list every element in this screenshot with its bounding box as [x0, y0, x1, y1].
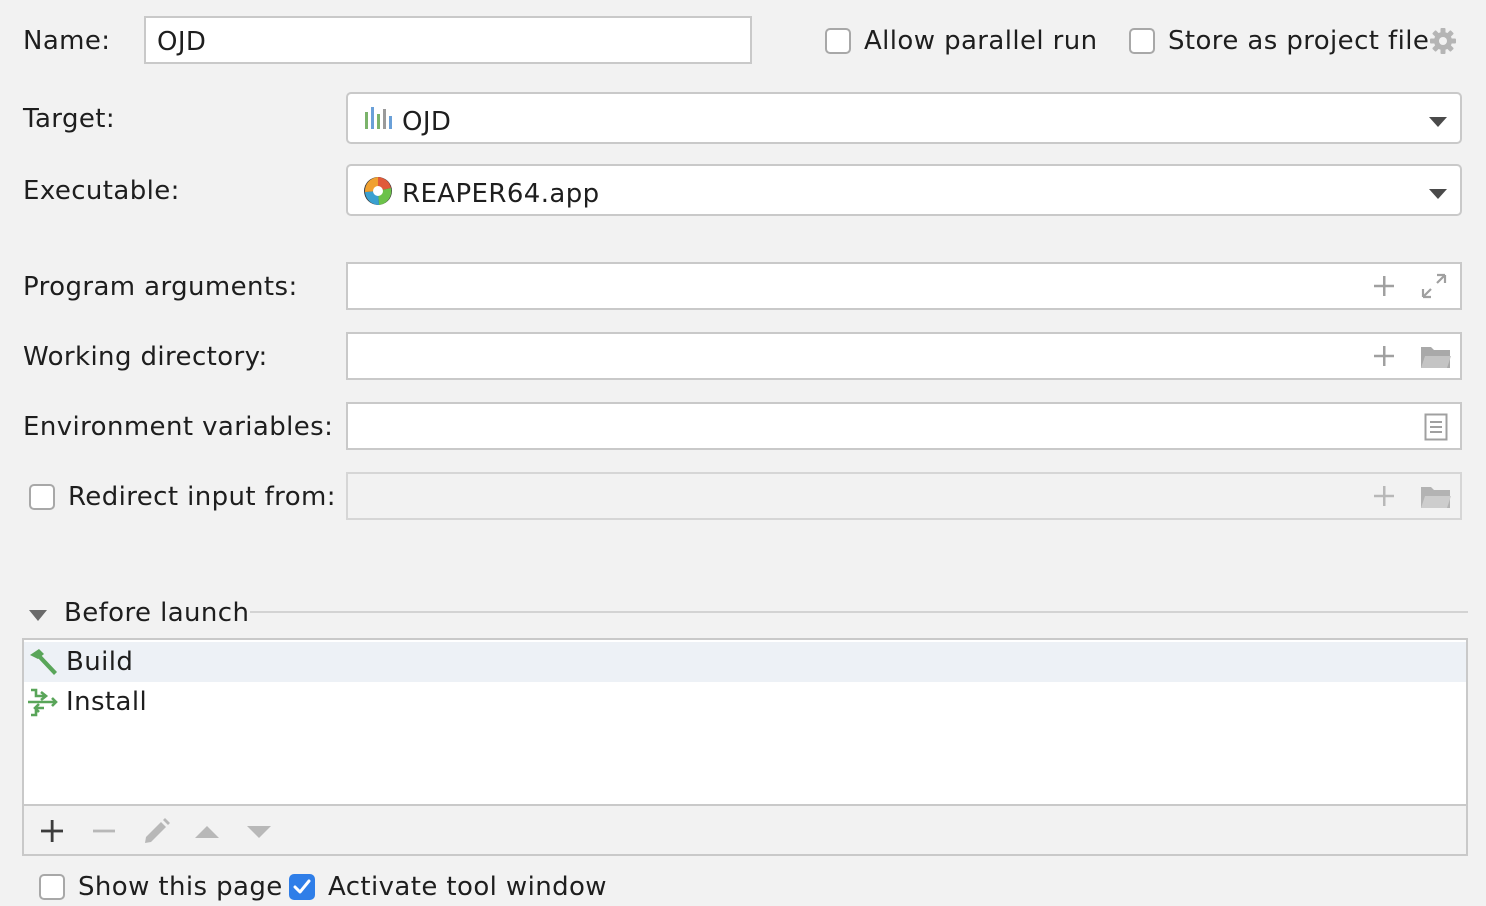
add-macro-icon[interactable]	[1372, 484, 1396, 513]
activate-tool-window-checkbox[interactable]	[289, 874, 315, 900]
allow-parallel-run-checkbox[interactable]	[825, 28, 851, 54]
move-down-icon[interactable]	[247, 824, 271, 843]
allow-parallel-run-label[interactable]: Allow parallel run	[864, 28, 1098, 54]
redirect-input-label[interactable]: Redirect input from:	[68, 484, 336, 510]
list-item[interactable]: Install	[24, 682, 1466, 722]
redirect-input-checkbox[interactable]	[29, 484, 55, 510]
add-macro-icon[interactable]	[1372, 274, 1396, 303]
before-launch-toolbar	[22, 804, 1468, 856]
name-field-value: OJD	[157, 27, 207, 57]
program-arguments-label: Program arguments:	[23, 272, 298, 302]
environment-variables-field[interactable]	[346, 402, 1462, 450]
executable-combo[interactable]: REAPER64.app	[346, 164, 1462, 216]
chevron-down-icon[interactable]	[1428, 185, 1448, 204]
name-field[interactable]: OJD	[144, 16, 752, 64]
chevron-down-icon[interactable]	[1428, 113, 1448, 132]
list-item-label: Install	[66, 687, 148, 717]
working-directory-label: Working directory:	[23, 342, 268, 372]
hammer-icon	[26, 648, 58, 678]
name-label: Name:	[23, 26, 111, 56]
environment-variables-label: Environment variables:	[23, 412, 334, 442]
store-as-project-file-label[interactable]: Store as project file	[1168, 28, 1429, 54]
working-directory-field[interactable]	[346, 332, 1462, 380]
section-divider	[250, 611, 1468, 613]
folder-icon[interactable]	[1420, 344, 1452, 375]
program-arguments-field[interactable]	[346, 262, 1462, 310]
target-value: OJD	[402, 107, 452, 137]
before-launch-title: Before launch	[64, 598, 250, 628]
collapse-triangle-icon[interactable]	[29, 607, 47, 626]
show-this-page-label[interactable]: Show this page	[78, 874, 283, 900]
move-up-icon[interactable]	[195, 824, 219, 843]
target-bars-icon	[364, 106, 392, 130]
executable-label: Executable:	[23, 176, 180, 206]
list-item-label: Build	[66, 647, 134, 677]
target-combo[interactable]: OJD	[346, 92, 1462, 144]
add-macro-icon[interactable]	[1372, 344, 1396, 373]
list-item[interactable]: Build	[24, 642, 1466, 682]
install-icon	[26, 686, 58, 718]
reaper-app-icon	[363, 176, 393, 206]
gear-icon[interactable]	[1428, 26, 1458, 56]
document-icon[interactable]	[1424, 413, 1448, 446]
add-icon[interactable]	[40, 819, 64, 847]
target-label: Target:	[23, 104, 115, 134]
redirect-input-field[interactable]	[346, 472, 1462, 520]
activate-tool-window-label[interactable]: Activate tool window	[328, 874, 607, 900]
executable-value: REAPER64.app	[402, 179, 600, 209]
folder-icon[interactable]	[1420, 484, 1452, 515]
edit-icon[interactable]	[142, 816, 170, 848]
before-launch-list[interactable]: Build Install	[22, 638, 1468, 806]
expand-icon[interactable]	[1420, 272, 1448, 305]
store-as-project-file-checkbox[interactable]	[1129, 28, 1155, 54]
check-icon	[293, 879, 311, 894]
remove-icon[interactable]	[92, 819, 116, 847]
show-this-page-checkbox[interactable]	[39, 874, 65, 900]
